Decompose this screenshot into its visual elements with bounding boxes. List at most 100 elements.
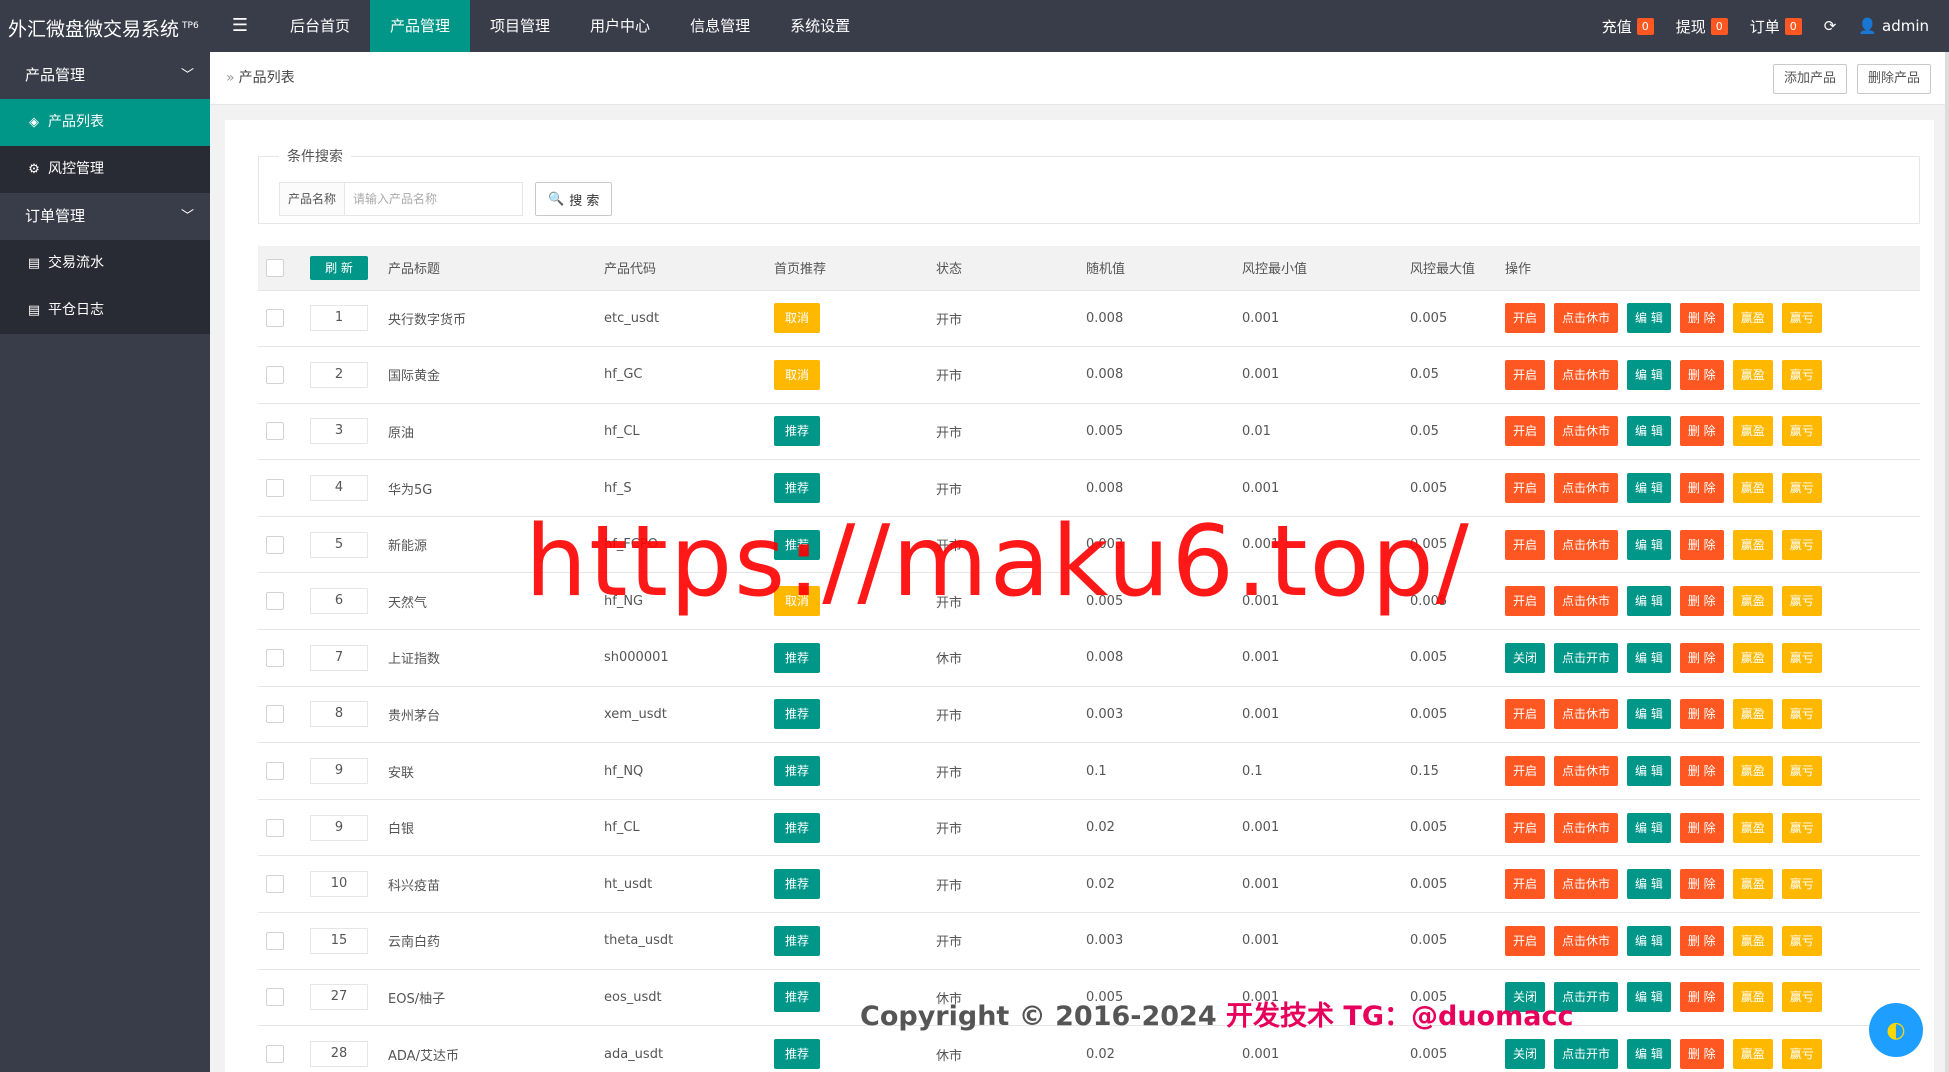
market-toggle-button[interactable]: 点击休市 bbox=[1554, 529, 1619, 560]
delete-button[interactable]: 删 除 bbox=[1679, 586, 1724, 617]
market-toggle-button[interactable]: 点击开市 bbox=[1554, 982, 1619, 1013]
sidebar-item-log[interactable]: ▤ 平仓日志 bbox=[0, 287, 210, 334]
sort-order-input[interactable]: 10 bbox=[310, 871, 368, 898]
market-toggle-button[interactable]: 点击休市 bbox=[1554, 869, 1619, 900]
recommend-toggle-button[interactable]: 推荐 bbox=[774, 642, 820, 673]
win-button[interactable]: 赢盈 bbox=[1732, 303, 1773, 334]
sort-order-input[interactable]: 1 bbox=[310, 305, 368, 332]
market-toggle-button[interactable]: 点击休市 bbox=[1554, 473, 1619, 504]
sort-order-input[interactable]: 8 bbox=[310, 701, 368, 728]
toggle-button[interactable]: 开启 bbox=[1505, 359, 1546, 390]
recommend-toggle-button[interactable]: 推荐 bbox=[774, 756, 820, 787]
toggle-button[interactable]: 开启 bbox=[1505, 869, 1546, 900]
recommend-toggle-button[interactable]: 推荐 bbox=[774, 925, 820, 956]
sort-order-input[interactable]: 15 bbox=[310, 927, 368, 954]
toggle-button[interactable]: 关闭 bbox=[1505, 982, 1546, 1013]
sidebar-item-flow[interactable]: ▤ 交易流水 bbox=[0, 240, 210, 287]
orders-link[interactable]: 订单 0 bbox=[1750, 16, 1802, 37]
lose-button[interactable]: 赢亏 bbox=[1781, 982, 1822, 1013]
toggle-button[interactable]: 开启 bbox=[1505, 586, 1546, 617]
delete-button[interactable]: 删 除 bbox=[1679, 1039, 1724, 1070]
win-button[interactable]: 赢盈 bbox=[1732, 812, 1773, 843]
recommend-toggle-button[interactable]: 推荐 bbox=[774, 982, 820, 1013]
win-button[interactable]: 赢盈 bbox=[1732, 359, 1773, 390]
lose-button[interactable]: 赢亏 bbox=[1781, 925, 1822, 956]
delete-button[interactable]: 删 除 bbox=[1679, 359, 1724, 390]
edit-button[interactable]: 编 辑 bbox=[1627, 473, 1671, 504]
edit-button[interactable]: 编 辑 bbox=[1627, 529, 1671, 560]
edit-button[interactable]: 编 辑 bbox=[1627, 1039, 1671, 1070]
add-product-button[interactable]: 添加产品 bbox=[1772, 64, 1847, 94]
recharge-link[interactable]: 充值 0 bbox=[1602, 16, 1654, 37]
win-button[interactable]: 赢盈 bbox=[1732, 925, 1773, 956]
market-toggle-button[interactable]: 点击休市 bbox=[1554, 756, 1619, 787]
sort-order-input[interactable]: 7 bbox=[310, 644, 368, 671]
sort-order-input[interactable]: 9 bbox=[310, 758, 368, 785]
lose-button[interactable]: 赢亏 bbox=[1781, 303, 1822, 334]
lose-button[interactable]: 赢亏 bbox=[1781, 473, 1822, 504]
row-checkbox[interactable] bbox=[266, 309, 284, 328]
topnav-item-0[interactable]: 后台首页 bbox=[270, 0, 370, 52]
lose-button[interactable]: 赢亏 bbox=[1781, 359, 1822, 390]
lose-button[interactable]: 赢亏 bbox=[1781, 416, 1822, 447]
market-toggle-button[interactable]: 点击开市 bbox=[1554, 1039, 1619, 1070]
edit-button[interactable]: 编 辑 bbox=[1627, 586, 1671, 617]
row-checkbox[interactable] bbox=[266, 762, 284, 781]
recommend-toggle-button[interactable]: 推荐 bbox=[774, 416, 820, 447]
topnav-item-5[interactable]: 系统设置 bbox=[770, 0, 870, 52]
sort-order-input[interactable]: 2 bbox=[310, 361, 368, 388]
delete-button[interactable]: 删 除 bbox=[1679, 529, 1724, 560]
row-checkbox[interactable] bbox=[266, 988, 284, 1007]
recommend-toggle-button[interactable]: 推荐 bbox=[774, 699, 820, 730]
edit-button[interactable]: 编 辑 bbox=[1627, 359, 1671, 390]
delete-button[interactable]: 删 除 bbox=[1679, 756, 1724, 787]
edit-button[interactable]: 编 辑 bbox=[1627, 642, 1671, 673]
refresh-icon[interactable]: ⟳ bbox=[1824, 17, 1837, 35]
market-toggle-button[interactable]: 点击休市 bbox=[1554, 812, 1619, 843]
lose-button[interactable]: 赢亏 bbox=[1781, 756, 1822, 787]
delete-product-button[interactable]: 删除产品 bbox=[1856, 64, 1931, 94]
refresh-button[interactable]: 刷 新 bbox=[310, 255, 368, 280]
lose-button[interactable]: 赢亏 bbox=[1781, 642, 1822, 673]
sidebar-item-product-list[interactable]: ◈ 产品列表 bbox=[0, 99, 210, 146]
toggle-button[interactable]: 开启 bbox=[1505, 756, 1546, 787]
edit-button[interactable]: 编 辑 bbox=[1627, 925, 1671, 956]
toggle-button[interactable]: 关闭 bbox=[1505, 642, 1546, 673]
row-checkbox[interactable] bbox=[266, 705, 284, 724]
market-toggle-button[interactable]: 点击开市 bbox=[1554, 642, 1619, 673]
sort-order-input[interactable]: 6 bbox=[310, 588, 368, 615]
win-button[interactable]: 赢盈 bbox=[1732, 869, 1773, 900]
toggle-button[interactable]: 开启 bbox=[1505, 699, 1546, 730]
recommend-toggle-button[interactable]: 取消 bbox=[774, 359, 820, 390]
recommend-toggle-button[interactable]: 推荐 bbox=[774, 473, 820, 504]
row-checkbox[interactable] bbox=[266, 535, 284, 554]
lose-button[interactable]: 赢亏 bbox=[1781, 586, 1822, 617]
row-checkbox[interactable] bbox=[266, 875, 284, 894]
row-checkbox[interactable] bbox=[266, 479, 284, 498]
lose-button[interactable]: 赢亏 bbox=[1781, 1039, 1822, 1070]
sort-order-input[interactable]: 3 bbox=[310, 418, 368, 445]
row-checkbox[interactable] bbox=[266, 1045, 284, 1064]
delete-button[interactable]: 删 除 bbox=[1679, 303, 1724, 334]
win-button[interactable]: 赢盈 bbox=[1732, 473, 1773, 504]
delete-button[interactable]: 删 除 bbox=[1679, 982, 1724, 1013]
lose-button[interactable]: 赢亏 bbox=[1781, 869, 1822, 900]
toggle-button[interactable]: 开启 bbox=[1505, 416, 1546, 447]
sort-order-input[interactable]: 5 bbox=[310, 531, 368, 558]
edit-button[interactable]: 编 辑 bbox=[1627, 869, 1671, 900]
sort-order-input[interactable]: 27 bbox=[310, 984, 368, 1011]
recommend-toggle-button[interactable]: 推荐 bbox=[774, 529, 820, 560]
select-all-checkbox[interactable] bbox=[266, 258, 284, 277]
topnav-item-1[interactable]: 产品管理 bbox=[370, 0, 471, 52]
edit-button[interactable]: 编 辑 bbox=[1627, 416, 1671, 447]
win-button[interactable]: 赢盈 bbox=[1732, 699, 1773, 730]
sidebar-group-order[interactable]: 订单管理 ﹀ bbox=[0, 193, 210, 240]
recommend-toggle-button[interactable]: 推荐 bbox=[774, 869, 820, 900]
row-checkbox[interactable] bbox=[266, 931, 284, 950]
market-toggle-button[interactable]: 点击休市 bbox=[1554, 699, 1619, 730]
topnav-item-3[interactable]: 用户中心 bbox=[570, 0, 670, 52]
floating-chat-icon[interactable]: ◐ bbox=[1869, 1003, 1923, 1057]
toggle-button[interactable]: 开启 bbox=[1505, 473, 1546, 504]
recommend-toggle-button[interactable]: 取消 bbox=[774, 303, 820, 334]
row-checkbox[interactable] bbox=[266, 592, 284, 611]
